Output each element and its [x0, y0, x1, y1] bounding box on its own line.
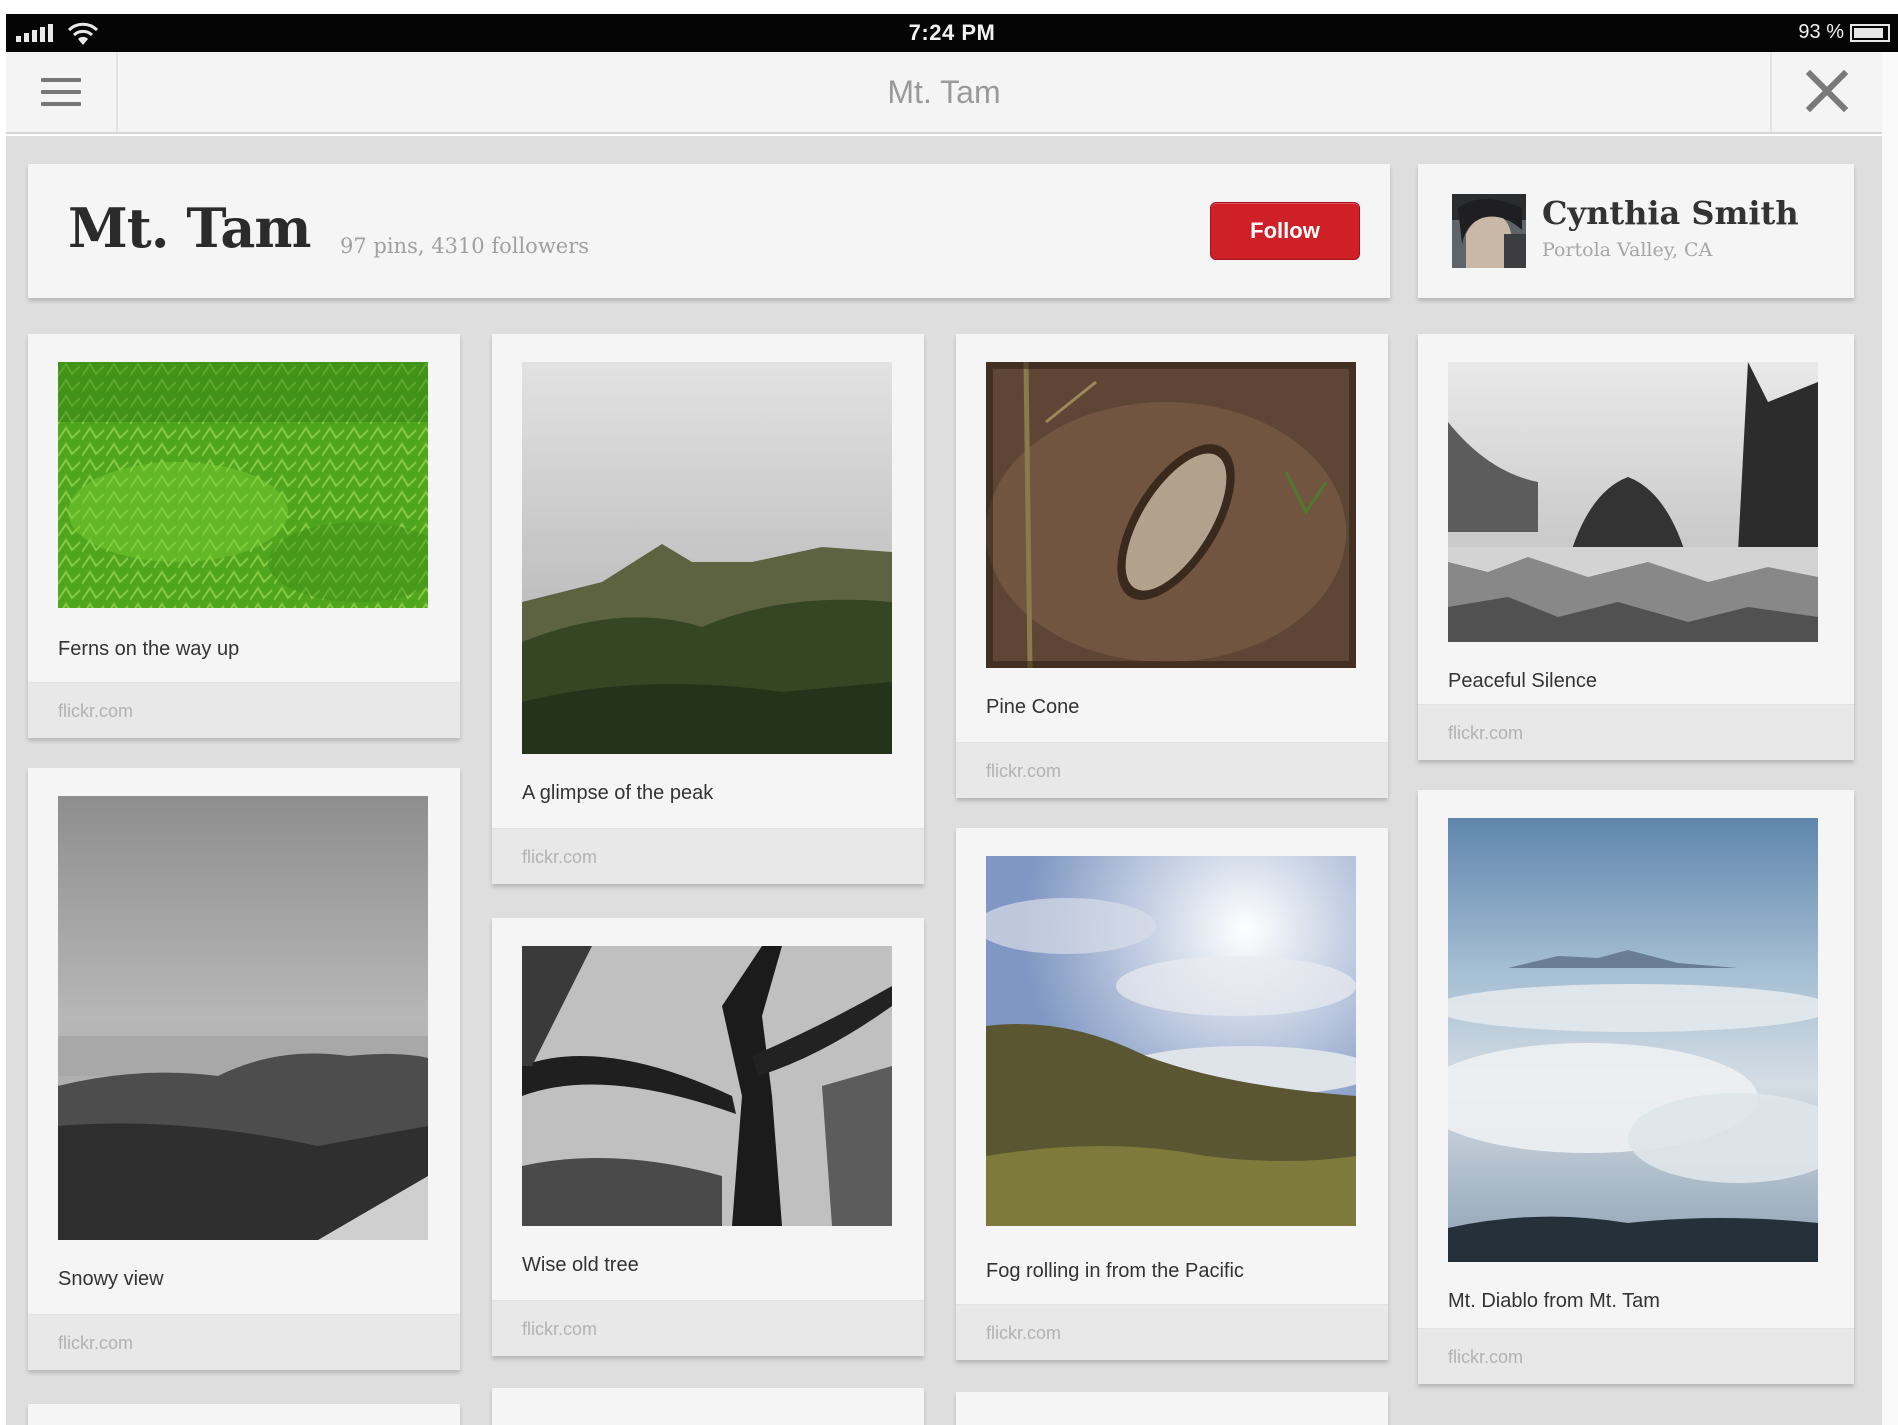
- fog-photo[interactable]: [986, 856, 1356, 1226]
- pin-card[interactable]: Ferns on the way up flickr.com: [28, 334, 460, 738]
- pin-card[interactable]: [28, 1404, 460, 1425]
- pin-caption: Mt. Diablo from Mt. Tam: [1448, 1290, 1660, 1312]
- board-title: Mt. Tam: [68, 196, 311, 260]
- pin-caption: Peaceful Silence: [1448, 670, 1597, 692]
- tree-photo[interactable]: [522, 946, 892, 1226]
- pin-caption: Wise old tree: [522, 1254, 639, 1276]
- board-header: Mt. Tam 97 pins, 4310 followers Follow: [28, 164, 1390, 298]
- silence-photo[interactable]: [1448, 362, 1818, 642]
- status-time: 7:24 PM: [908, 20, 996, 45]
- pin-source[interactable]: flickr.com: [956, 1304, 1388, 1360]
- ferns-photo[interactable]: [58, 362, 428, 608]
- pin-card[interactable]: [492, 1388, 924, 1425]
- avatar[interactable]: [1452, 194, 1526, 268]
- board-owner-card[interactable]: Cynthia Smith Portola Valley, CA: [1418, 164, 1854, 298]
- pin-card[interactable]: Peaceful Silence flickr.com: [1418, 334, 1854, 760]
- pin-caption: Fog rolling in from the Pacific: [986, 1260, 1244, 1282]
- peak-photo[interactable]: [522, 362, 892, 754]
- close-icon: [1806, 70, 1848, 112]
- user-name[interactable]: Cynthia Smith: [1542, 194, 1799, 232]
- screen-edge: [1882, 52, 1898, 1425]
- board-stats: 97 pins, 4310 followers: [340, 234, 590, 258]
- pin-source[interactable]: flickr.com: [1418, 704, 1854, 760]
- pin-card[interactable]: Fog rolling in from the Pacific flickr.c…: [956, 828, 1388, 1360]
- pin-caption: A glimpse of the peak: [522, 782, 714, 804]
- pine-cone-photo[interactable]: [986, 362, 1356, 668]
- pin-card[interactable]: [956, 1392, 1388, 1425]
- pin-caption: Snowy view: [58, 1268, 164, 1290]
- pin-caption: Ferns on the way up: [58, 638, 240, 660]
- pin-source[interactable]: flickr.com: [28, 682, 460, 738]
- close-button[interactable]: [1770, 52, 1882, 132]
- ipad-screen: 7:24 PM 93 % Mt. Tam Mt. Tam 97 pins, 43…: [0, 0, 1898, 1425]
- pin-card[interactable]: Mt. Diablo from Mt. Tam flickr.com: [1418, 790, 1854, 1384]
- board-content[interactable]: Mt. Tam 97 pins, 4310 followers Follow C…: [6, 136, 1882, 1425]
- pin-source[interactable]: flickr.com: [956, 742, 1388, 798]
- pin-source[interactable]: flickr.com: [492, 828, 924, 884]
- status-bar: 7:24 PM 93 %: [6, 14, 1898, 52]
- pin-card[interactable]: A glimpse of the peak flickr.com: [492, 334, 924, 884]
- pin-source[interactable]: flickr.com: [492, 1300, 924, 1356]
- pin-source[interactable]: flickr.com: [28, 1314, 460, 1370]
- diablo-photo[interactable]: [1448, 818, 1818, 1262]
- nav-bar: Mt. Tam: [6, 52, 1882, 134]
- pin-source[interactable]: flickr.com: [1418, 1328, 1854, 1384]
- battery-icon: [1850, 24, 1890, 42]
- battery-percent: 93 %: [1798, 21, 1844, 43]
- pin-card[interactable]: Pine Cone flickr.com: [956, 334, 1388, 798]
- pin-caption: Pine Cone: [986, 696, 1080, 718]
- nav-title: Mt. Tam: [887, 74, 1001, 110]
- user-location: Portola Valley, CA: [1542, 239, 1713, 261]
- snowy-view-photo[interactable]: [58, 796, 428, 1240]
- pin-card[interactable]: Wise old tree flickr.com: [492, 918, 924, 1356]
- pin-card[interactable]: Snowy view flickr.com: [28, 768, 460, 1370]
- follow-button[interactable]: Follow: [1210, 202, 1360, 260]
